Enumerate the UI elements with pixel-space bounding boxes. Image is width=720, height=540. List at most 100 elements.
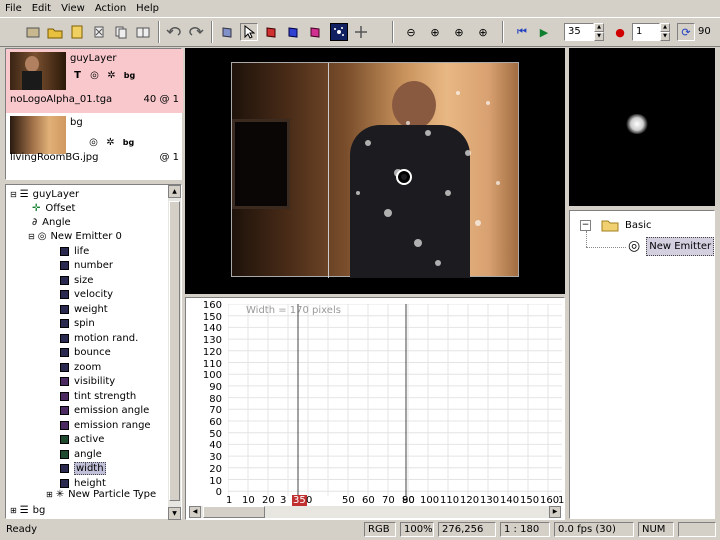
bg-icon[interactable]: bg bbox=[120, 135, 137, 150]
loop-value: 90 bbox=[698, 26, 711, 37]
menu-view[interactable]: View bbox=[56, 3, 90, 14]
blue-shape-icon[interactable] bbox=[284, 23, 302, 41]
loop-icon[interactable]: ⟳ bbox=[677, 23, 695, 41]
layer-bg[interactable]: bg ◎ ✲ bg livingRoomBG.jpg @ 1 bbox=[6, 113, 183, 179]
tree-property-angle[interactable]: angle bbox=[60, 447, 102, 461]
tree-bg[interactable]: ⊞ ☰ bg bbox=[10, 503, 45, 517]
y-tick-label: 130 bbox=[202, 335, 222, 347]
bg-icon[interactable]: bg bbox=[121, 68, 138, 83]
tree-property-visibility[interactable]: visibility bbox=[60, 375, 115, 389]
book-icon[interactable] bbox=[134, 23, 152, 41]
new-layer-icon[interactable] bbox=[24, 23, 42, 41]
x-tick-label: 140 bbox=[500, 495, 520, 506]
x-tick-label: 160 bbox=[540, 495, 560, 506]
folder-icon bbox=[601, 220, 619, 232]
tree-angle[interactable]: ∂ Angle bbox=[32, 215, 71, 229]
layer-name: bg bbox=[70, 117, 83, 128]
tree-scroll-thumb[interactable] bbox=[169, 201, 180, 501]
curve-editor[interactable]: Width = 170 pixels 160 150 140 130 120 110 100… bbox=[185, 297, 565, 520]
menu-file[interactable]: File bbox=[0, 3, 27, 14]
particle-icon[interactable]: ✲ bbox=[103, 135, 118, 150]
tree-property-zoom[interactable]: zoom bbox=[60, 360, 101, 374]
property-icon bbox=[60, 348, 69, 357]
y-tick-label: 160 bbox=[202, 300, 222, 311]
emitter-icon[interactable]: ◎ bbox=[86, 135, 101, 150]
tree-root[interactable]: ⊟ ☰ guyLayer bbox=[10, 187, 79, 201]
magenta-shape-icon[interactable] bbox=[306, 23, 324, 41]
undo-icon[interactable] bbox=[165, 23, 183, 41]
property-icon bbox=[60, 377, 69, 386]
layer-file: livingRoomBG.jpg bbox=[10, 152, 99, 163]
layer-tool-icon[interactable] bbox=[218, 23, 236, 41]
y-tick-label: 140 bbox=[202, 323, 222, 335]
emitter-icon[interactable]: ◎ bbox=[87, 68, 102, 83]
property-icon bbox=[60, 304, 69, 314]
save-icon[interactable] bbox=[68, 23, 86, 41]
x-tick-label: 3 bbox=[280, 495, 287, 506]
delete-icon[interactable] bbox=[90, 23, 108, 41]
nav-right-icon[interactable]: ⊕ bbox=[474, 23, 492, 41]
tree-property-active[interactable]: active bbox=[60, 433, 104, 447]
text-icon[interactable]: T bbox=[70, 68, 85, 83]
nav-left-icon[interactable]: ⊖ bbox=[402, 23, 420, 41]
tree-property-tint-strength[interactable]: tint strength bbox=[60, 389, 136, 403]
y-tick-label: 30 bbox=[209, 452, 222, 464]
y-tick-label: 110 bbox=[202, 358, 222, 370]
tree-property-size[interactable]: size bbox=[60, 273, 93, 287]
menu-action[interactable]: Action bbox=[90, 3, 131, 14]
rewind-icon[interactable]: ⏮ bbox=[513, 23, 531, 41]
tree-property-emission-range[interactable]: emission range bbox=[60, 418, 151, 432]
tree-scrollbar[interactable]: ▲ ▼ bbox=[168, 185, 181, 520]
red-shape-icon[interactable] bbox=[262, 23, 280, 41]
redo-icon[interactable] bbox=[187, 23, 205, 41]
x-tick-label: 100 bbox=[420, 495, 440, 506]
tree-property-width[interactable]: width bbox=[60, 462, 106, 476]
status-mode: RGB bbox=[364, 522, 396, 537]
emitter-item[interactable]: ◎ New Emitter bbox=[628, 236, 715, 256]
layer-guylayer[interactable]: guyLayer T ◎ ✲ bg noLogoAlpha_01.tga 40 … bbox=[6, 49, 183, 113]
property-icon bbox=[60, 333, 69, 343]
particles-view-icon[interactable] bbox=[330, 23, 348, 41]
nav-down-icon[interactable]: ⊕ bbox=[450, 23, 468, 41]
copy-icon[interactable] bbox=[112, 23, 130, 41]
x-tick-label: 1 bbox=[558, 495, 565, 506]
tree-emitter[interactable]: ⊟ ◎ New Emitter 0 bbox=[28, 229, 122, 243]
step-spinner[interactable]: ▲ ▼ bbox=[660, 23, 670, 41]
menu-edit[interactable]: Edit bbox=[27, 3, 56, 14]
curve-scroll-thumb[interactable] bbox=[203, 506, 265, 518]
nav-up-icon[interactable]: ⊕ bbox=[426, 23, 444, 41]
curve-scrollbar[interactable]: ◀ ▶ bbox=[189, 506, 561, 518]
select-arrow-icon[interactable] bbox=[240, 23, 258, 41]
tree-property-velocity[interactable]: velocity bbox=[60, 288, 113, 302]
tree-property-emission-angle[interactable]: emission angle bbox=[60, 404, 149, 418]
layer-file: noLogoAlpha_01.tga bbox=[10, 94, 113, 105]
x-tick-label: 10 bbox=[242, 495, 255, 506]
frame-input[interactable]: 35 bbox=[564, 23, 594, 41]
tree-property-weight[interactable]: weight bbox=[60, 302, 108, 316]
property-icon bbox=[60, 420, 69, 430]
emitter-group-basic[interactable]: − Basic bbox=[580, 218, 651, 232]
particles bbox=[356, 91, 500, 266]
step-input[interactable]: 1 bbox=[632, 23, 660, 41]
emitter-target-icon[interactable] bbox=[396, 169, 412, 185]
tree-property-life[interactable]: life bbox=[60, 244, 89, 258]
tree-property-spin[interactable]: spin bbox=[60, 317, 95, 331]
composition-viewer[interactable] bbox=[185, 48, 565, 294]
frame-spinner[interactable]: ▲ ▼ bbox=[594, 23, 604, 41]
tree-property-number[interactable]: number bbox=[60, 259, 113, 273]
current-frame-marker[interactable]: 35 bbox=[292, 495, 307, 506]
property-icon bbox=[60, 406, 69, 415]
move-tool-icon[interactable] bbox=[352, 23, 370, 41]
particle-icon[interactable]: ✲ bbox=[104, 68, 119, 83]
tree-offset[interactable]: ✛ Offset bbox=[32, 201, 75, 215]
tree-property-motion-rand-[interactable]: motion rand. bbox=[60, 331, 138, 345]
tree-property-bounce[interactable]: bounce bbox=[60, 346, 111, 360]
menu-bar: File Edit View Action Help bbox=[0, 0, 720, 16]
play-icon[interactable]: ▶ bbox=[535, 23, 553, 41]
layer-thumbnail bbox=[10, 116, 66, 154]
open-folder-icon[interactable] bbox=[46, 23, 64, 41]
menu-help[interactable]: Help bbox=[131, 3, 164, 14]
tree-particle-type[interactable]: ⊞ ✳ New Particle Type bbox=[46, 487, 156, 501]
record-icon[interactable]: ● bbox=[611, 23, 629, 41]
y-tick-label: 60 bbox=[209, 417, 222, 428]
